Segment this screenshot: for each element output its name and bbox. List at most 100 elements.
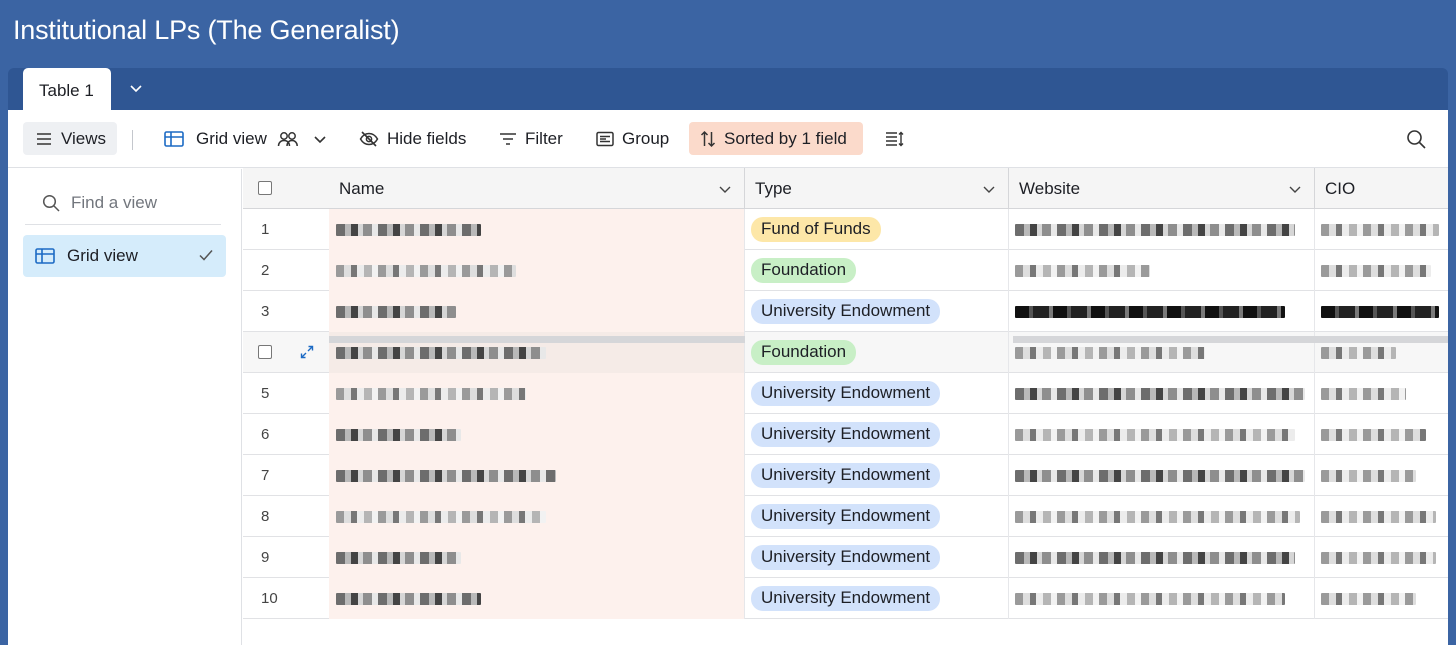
check-icon (199, 250, 213, 261)
redacted-text (336, 223, 481, 236)
select-all-checkbox[interactable] (258, 181, 272, 195)
main-panel: Views Grid view Hide fields Filter Group… (8, 110, 1448, 645)
table-row[interactable]: 9 University Endowment (243, 537, 1448, 578)
redacted-text (1015, 469, 1305, 482)
find-view-input[interactable] (71, 192, 211, 213)
cell-type[interactable]: Foundation (745, 250, 1009, 291)
redacted-text (1321, 428, 1426, 441)
toolbar-divider (132, 130, 133, 150)
cell-website[interactable] (1009, 537, 1315, 578)
cell-type[interactable]: University Endowment (745, 537, 1009, 578)
cell-name[interactable] (329, 537, 745, 578)
row-number: 1 (243, 209, 329, 250)
type-badge: University Endowment (751, 463, 941, 488)
table-row[interactable]: 6 University Endowment (243, 414, 1448, 455)
column-header-website[interactable]: Website (1009, 168, 1315, 209)
row-number-label: 1 (261, 221, 270, 238)
cell-website[interactable] (1009, 414, 1315, 455)
cell-cio[interactable] (1315, 373, 1448, 414)
redacted-text (336, 510, 546, 523)
filter-icon (500, 132, 516, 145)
chevron-down-icon[interactable] (1288, 182, 1302, 196)
row-number-label: 7 (261, 467, 270, 484)
search-icon[interactable] (1406, 129, 1426, 149)
cell-cio[interactable] (1315, 414, 1448, 455)
row-height-icon (886, 131, 904, 146)
sort-icon (700, 130, 716, 147)
cell-cio[interactable] (1315, 209, 1448, 250)
expand-icon[interactable] (299, 344, 315, 360)
table-row[interactable]: 2 Foundation (243, 250, 1448, 291)
hide-fields-button[interactable]: Hide fields (353, 122, 472, 155)
table-row[interactable]: 3 University Endowment (243, 291, 1448, 332)
row-number: 8 (243, 496, 329, 537)
cell-name[interactable] (329, 373, 745, 414)
cell-type[interactable]: University Endowment (745, 373, 1009, 414)
cell-cio[interactable] (1315, 250, 1448, 291)
table-row[interactable]: 7 University Endowment (243, 455, 1448, 496)
redacted-text (1015, 387, 1305, 400)
cell-website[interactable] (1009, 291, 1315, 332)
cell-name[interactable] (329, 578, 745, 619)
cell-website[interactable] (1009, 496, 1315, 537)
cell-type[interactable]: University Endowment (745, 291, 1009, 332)
type-badge: University Endowment (751, 299, 941, 324)
cell-website[interactable] (1009, 455, 1315, 496)
filter-button[interactable]: Filter (493, 122, 569, 155)
cell-type[interactable]: Foundation (745, 332, 1009, 373)
cell-website[interactable] (1009, 578, 1315, 619)
cell-name[interactable] (329, 414, 745, 455)
cell-type[interactable]: University Endowment (745, 496, 1009, 537)
redacted-text (1015, 305, 1285, 318)
column-header-cio[interactable]: CIO (1315, 168, 1448, 209)
cell-cio[interactable] (1315, 537, 1448, 578)
redacted-text (1321, 592, 1416, 605)
grid-view-switcher[interactable]: Grid view (158, 122, 333, 155)
cell-name[interactable] (329, 209, 745, 250)
sidebar-item-grid-view[interactable]: Grid view (23, 235, 226, 277)
views-button[interactable]: Views (23, 122, 117, 155)
row-number-label: 6 (261, 426, 270, 443)
cell-name[interactable] (329, 291, 745, 332)
row-number: 2 (243, 250, 329, 291)
row-height-button[interactable] (881, 122, 909, 155)
cell-cio[interactable] (1315, 291, 1448, 332)
redacted-text (336, 264, 516, 277)
redacted-text (336, 428, 461, 441)
type-badge: University Endowment (751, 381, 941, 406)
cell-name[interactable] (329, 455, 745, 496)
cell-type[interactable]: University Endowment (745, 414, 1009, 455)
group-button[interactable]: Group (590, 122, 675, 155)
cell-website[interactable] (1009, 373, 1315, 414)
column-header-type[interactable]: Type (745, 168, 1009, 209)
table-row[interactable]: 8 University Endowment (243, 496, 1448, 537)
type-badge: Foundation (751, 258, 857, 283)
table-row[interactable]: 5 University Endowment (243, 373, 1448, 414)
chevron-down-icon[interactable] (982, 182, 996, 196)
cell-name[interactable] (329, 250, 745, 291)
cell-cio[interactable] (1315, 455, 1448, 496)
table-row[interactable]: 1 Fund of Funds (243, 209, 1448, 250)
cell-cio[interactable] (1315, 578, 1448, 619)
redacted-text (1321, 346, 1396, 359)
chevron-down-icon[interactable] (718, 182, 732, 196)
row-number-label: 2 (261, 262, 270, 279)
table-row[interactable]: 10 University Endowment (243, 578, 1448, 619)
sort-button[interactable]: Sorted by 1 field (689, 122, 863, 155)
cell-name[interactable] (329, 496, 745, 537)
column-header-name[interactable]: Name (329, 168, 745, 209)
redacted-text (1321, 264, 1431, 277)
column-label: Type (755, 178, 792, 198)
cell-type[interactable]: University Endowment (745, 455, 1009, 496)
row-number: 9 (243, 537, 329, 578)
row-checkbox[interactable] (258, 345, 272, 359)
cell-type[interactable]: University Endowment (745, 578, 1009, 619)
row-number (243, 332, 329, 373)
cell-website[interactable] (1009, 209, 1315, 250)
cell-type[interactable]: Fund of Funds (745, 209, 1009, 250)
tab-table-1[interactable]: Table 1 (23, 68, 111, 110)
cell-website[interactable] (1009, 250, 1315, 291)
row-number: 7 (243, 455, 329, 496)
cell-cio[interactable] (1315, 496, 1448, 537)
chevron-down-icon[interactable] (128, 80, 144, 96)
